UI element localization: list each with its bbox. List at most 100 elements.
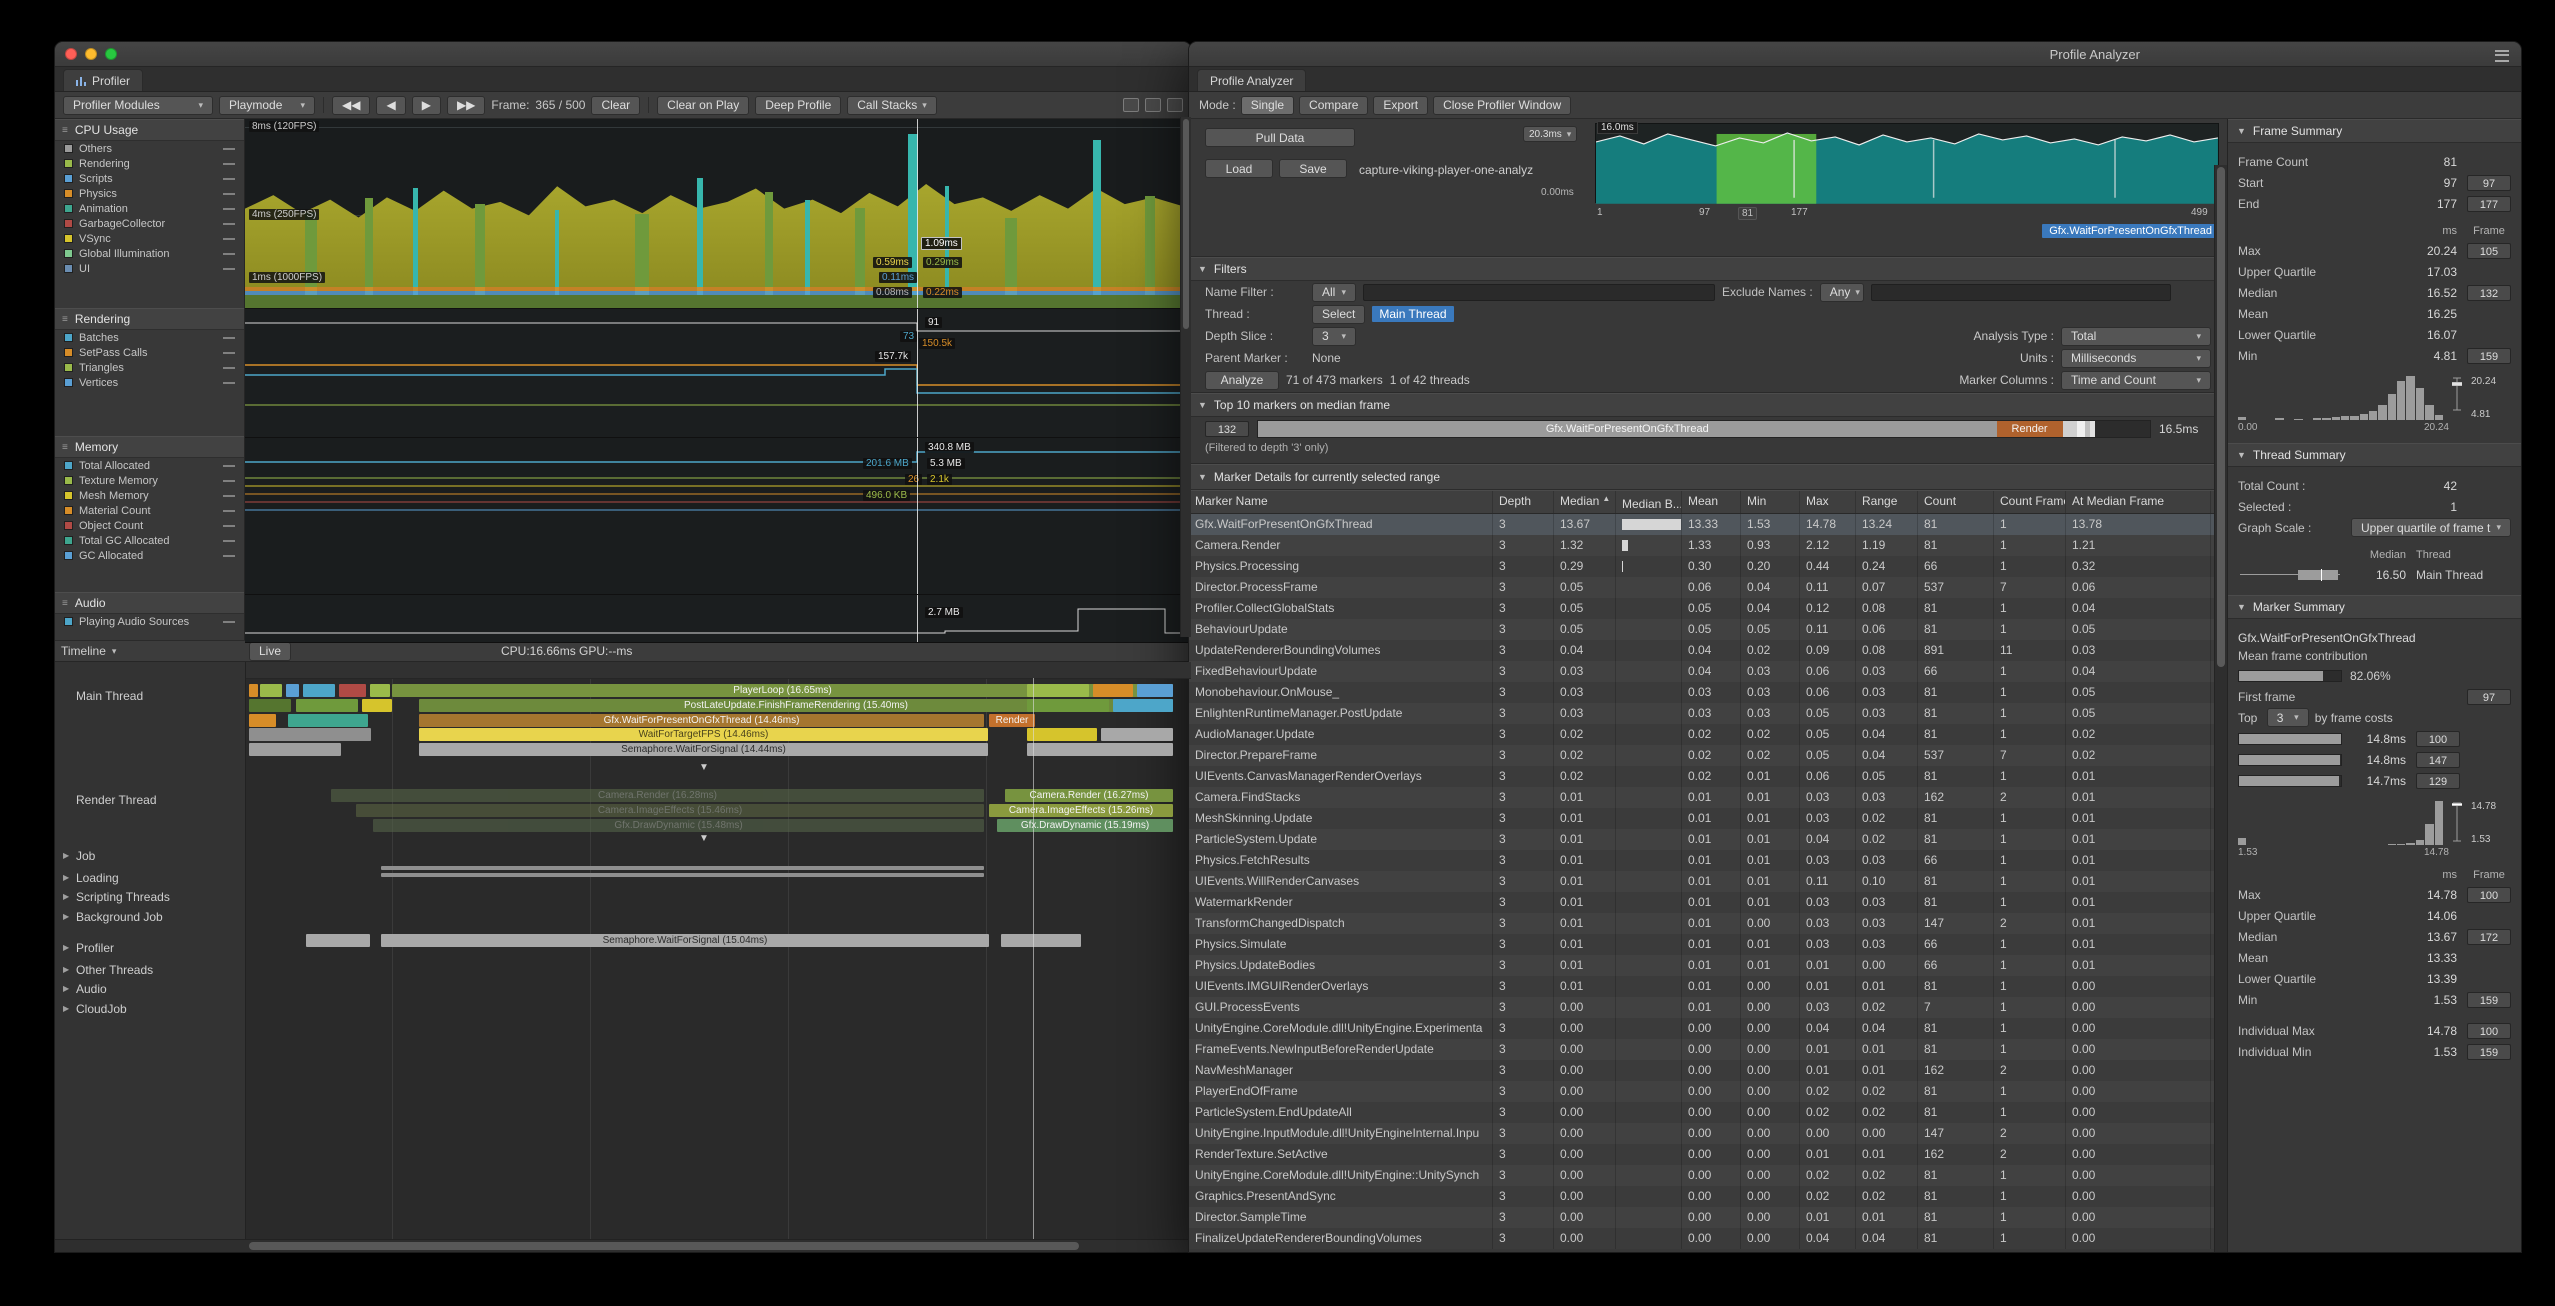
column-header[interactable]: Marker Name — [1189, 491, 1493, 513]
column-header[interactable]: At Median Frame — [2066, 491, 2211, 513]
profiler-titlebar[interactable] — [55, 42, 1191, 67]
timeline-span[interactable] — [249, 743, 341, 756]
legend-item[interactable]: Global Illumination — [55, 246, 244, 261]
timeline-span[interactable]: Gfx.WaitForPresentOnGfxThread (14.46ms) — [419, 714, 984, 727]
profiler-modules-dropdown[interactable]: Profiler Modules▾ — [63, 96, 213, 115]
thread-row-label[interactable]: ▶Scripting Threads — [63, 889, 170, 904]
timeline-span[interactable] — [381, 873, 984, 877]
timeline-span[interactable] — [339, 684, 366, 697]
table-row[interactable]: UnityEngine.InputModule.dll!UnityEngineI… — [1189, 1123, 2227, 1144]
timeline-span[interactable] — [288, 714, 368, 727]
legend-item[interactable]: Total Allocated — [55, 458, 244, 473]
timeline-span[interactable]: WaitForTargetFPS (14.46ms) — [419, 728, 988, 741]
timeline-span[interactable]: ▼ — [695, 832, 713, 845]
deep-profile-toggle[interactable]: Deep Profile — [755, 96, 841, 115]
legend-item[interactable]: Batches — [55, 330, 244, 345]
median-frame-box[interactable]: 132 — [1205, 421, 1249, 437]
next-frame-button[interactable]: ▶ — [412, 96, 441, 115]
timeline-span[interactable] — [362, 699, 392, 712]
timeline-span[interactable] — [370, 684, 390, 697]
close-button[interactable] — [65, 48, 77, 60]
marker-details-header[interactable]: ▼Marker Details for currently selected r… — [1189, 464, 2227, 490]
menu-icon[interactable] — [1167, 98, 1183, 112]
top10-segment[interactable] — [2090, 421, 2094, 437]
playhead-line[interactable] — [917, 438, 918, 594]
table-row[interactable]: ParticleSystem.EndUpdateAll 3 0.00 0.00 … — [1189, 1102, 2227, 1123]
timeline-span[interactable] — [260, 684, 282, 697]
table-row[interactable]: Director.ProcessFrame 3 0.05 0.06 0.04 0… — [1189, 577, 2227, 598]
table-row[interactable]: AudioManager.Update 3 0.02 0.02 0.02 0.0… — [1189, 724, 2227, 745]
exclude-names-input[interactable] — [1871, 284, 2171, 301]
goto-frame-button[interactable]: 97 — [2467, 689, 2511, 705]
table-row[interactable]: Physics.Processing 3 0.29 0.30 0.20 0.44… — [1189, 556, 2227, 577]
legend-item[interactable]: Material Count — [55, 503, 244, 518]
foldout-icon[interactable]: ▼ — [1198, 472, 1207, 482]
foldout-icon[interactable]: ▼ — [2237, 602, 2246, 612]
timeline-view-dropdown[interactable]: Timeline▾ — [55, 644, 245, 658]
legend-item[interactable]: VSync — [55, 231, 244, 246]
foldout-icon[interactable]: ▶ — [63, 943, 71, 952]
table-scrollbar[interactable] — [2214, 165, 2227, 1253]
pull-data-button[interactable]: Pull Data — [1205, 128, 1355, 147]
frame-axis-label[interactable]: 81 — [1738, 207, 1757, 220]
analyze-button[interactable]: Analyze — [1205, 371, 1279, 390]
thread-selection-chip[interactable]: Main Thread — [1372, 306, 1453, 322]
layout-icon[interactable] — [1123, 98, 1139, 112]
table-row[interactable]: UpdateRendererBoundingVolumes 3 0.04 0.0… — [1189, 640, 2227, 661]
table-row[interactable]: Director.PrepareFrame 3 0.02 0.02 0.02 0… — [1189, 745, 2227, 766]
timeline-span[interactable] — [296, 699, 358, 712]
zoom-button[interactable] — [105, 48, 117, 60]
table-row[interactable]: EnlightenRuntimeManager.PostUpdate 3 0.0… — [1189, 703, 2227, 724]
selected-marker-chip[interactable]: Gfx.WaitForPresentOnGfxThread — [2042, 224, 2219, 238]
playhead-line[interactable] — [917, 119, 918, 308]
name-filter-input[interactable] — [1363, 284, 1715, 301]
module-memory[interactable]: ≡Memory Total AllocatedTexture MemoryMes… — [55, 436, 244, 592]
cpu-usage-chart[interactable]: 8ms (120FPS)4ms (250FPS)1ms (1000FPS) 1.… — [245, 119, 1191, 309]
first-frame-button[interactable]: ◀◀ — [332, 96, 370, 115]
table-row[interactable]: FixedBehaviourUpdate 3 0.03 0.04 0.03 0.… — [1189, 661, 2227, 682]
minimize-button[interactable] — [85, 48, 97, 60]
table-row[interactable]: Graphics.PresentAndSync 3 0.00 0.00 0.00… — [1189, 1186, 2227, 1207]
legend-item[interactable]: Mesh Memory — [55, 488, 244, 503]
timeline-ruler[interactable] — [246, 662, 1191, 679]
thread-row-label[interactable]: Main Thread — [63, 688, 143, 703]
thread-row-label[interactable]: ▶Profiler — [63, 940, 114, 955]
foldout-icon[interactable]: ▶ — [63, 912, 71, 921]
top10-header[interactable]: ▼Top 10 markers on median frame — [1189, 393, 2227, 417]
timeline-span[interactable] — [249, 699, 291, 712]
foldout-icon[interactable]: ▶ — [63, 1004, 71, 1013]
call-stacks-dropdown[interactable]: Call Stacks▾ — [847, 96, 937, 115]
timeline-span[interactable]: ▼ — [695, 761, 713, 774]
legend-item[interactable]: Animation — [55, 201, 244, 216]
timeline-span[interactable] — [249, 728, 371, 741]
frame-time-chart[interactable] — [1595, 123, 2219, 203]
top10-segment[interactable]: Render — [1997, 421, 2063, 437]
column-header[interactable]: Min — [1741, 491, 1800, 513]
export-button[interactable]: Export — [1373, 96, 1428, 115]
column-header[interactable]: Count Frame — [1994, 491, 2066, 513]
top10-segment[interactable]: Gfx.WaitForPresentOnGfxThread — [1258, 421, 1997, 437]
table-row[interactable]: Monobehaviour.OnMouse_ 3 0.03 0.03 0.03 … — [1189, 682, 2227, 703]
timeline-span[interactable] — [1001, 934, 1081, 947]
timeline-span[interactable]: Gfx.DrawDynamic (15.48ms) — [373, 819, 984, 832]
table-row[interactable]: Camera.FindStacks 3 0.01 0.01 0.01 0.03 … — [1189, 787, 2227, 808]
goto-frame-button[interactable]: 100 — [2467, 1023, 2511, 1039]
column-header[interactable]: Depth — [1493, 491, 1554, 513]
timeline-span[interactable] — [1101, 728, 1173, 741]
table-row[interactable]: BehaviourUpdate 3 0.05 0.05 0.05 0.11 0.… — [1189, 619, 2227, 640]
audio-chart[interactable]: 2.7 MB — [245, 595, 1191, 643]
foldout-icon[interactable]: ▶ — [63, 873, 71, 882]
timeline-span[interactable] — [1113, 699, 1173, 712]
table-row[interactable]: Physics.UpdateBodies 3 0.01 0.01 0.01 0.… — [1189, 955, 2227, 976]
thread-select-button[interactable]: Select — [1312, 305, 1365, 324]
name-filter-dropdown[interactable]: All▾ — [1312, 283, 1356, 302]
scrollbar-thumb[interactable] — [249, 1242, 1079, 1250]
playhead-line[interactable] — [917, 309, 918, 437]
last-frame-button[interactable]: ▶▶ — [447, 96, 485, 115]
legend-item[interactable]: UI — [55, 261, 244, 276]
goto-frame-button[interactable]: 159 — [2467, 992, 2511, 1008]
legend-item[interactable]: SetPass Calls — [55, 345, 244, 360]
table-row[interactable]: UIEvents.IMGUIRenderOverlays 3 0.01 0.01… — [1189, 976, 2227, 997]
timeline-span[interactable] — [1027, 728, 1097, 741]
table-row[interactable]: FinalizeUpdateRendererBoundingVolumes 3 … — [1189, 1228, 2227, 1249]
